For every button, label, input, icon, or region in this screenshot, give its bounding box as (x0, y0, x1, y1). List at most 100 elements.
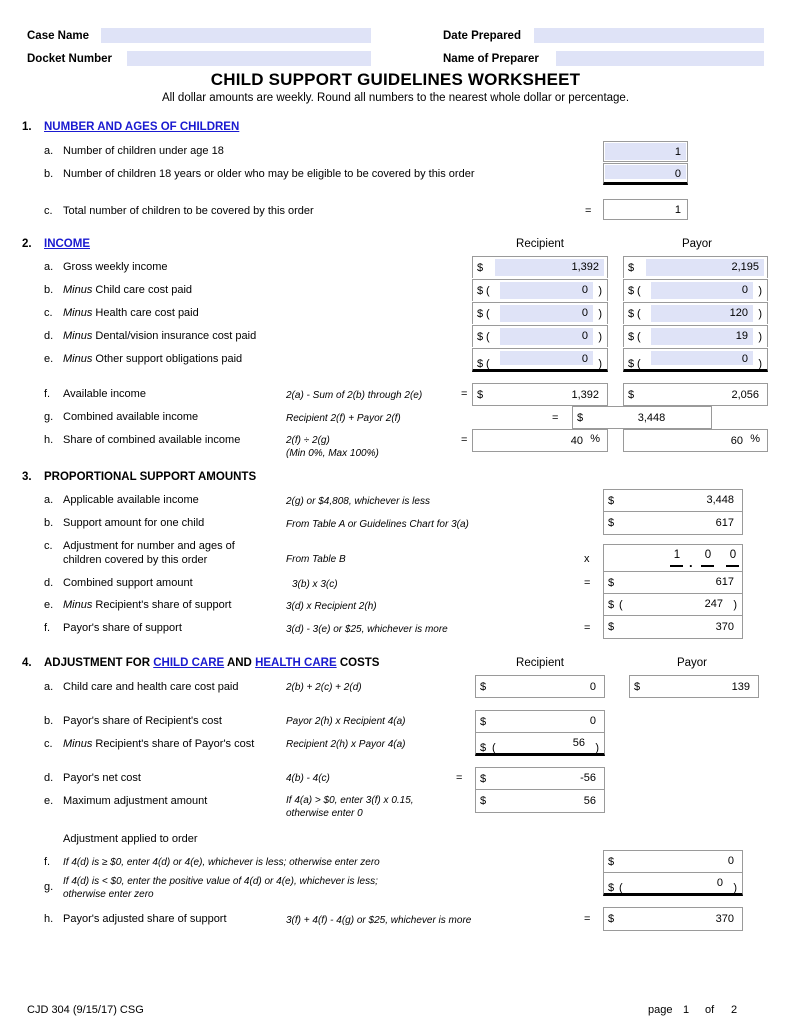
field-3c-digit-tenths[interactable]: 0 (701, 549, 715, 561)
paren-open: ( (637, 330, 641, 343)
section3-title: PROPORTIONAL SUPPORT AMOUNTS (44, 471, 257, 483)
field-1a-box[interactable]: 1 (603, 141, 688, 162)
dollar-sign: $ (477, 307, 484, 320)
field-2d-recipient-box[interactable]: $ ( ) 0 (472, 325, 608, 347)
item-2c-letter: c. (44, 307, 53, 319)
section4-link-health-care[interactable]: HEALTH CARE (255, 657, 337, 669)
item-1b-letter: b. (44, 168, 54, 180)
field-2e-recipient-box[interactable]: $ ( ) 0 (472, 348, 608, 372)
item-2e-letter: e. (44, 353, 54, 365)
dollar-sign: $ (477, 261, 484, 274)
item-3e-letter: e. (44, 599, 54, 611)
paren-close: ) (733, 882, 737, 894)
dollar-sign: $ (608, 882, 615, 894)
paren-close: ) (598, 330, 602, 343)
dollar-sign: $ (628, 261, 635, 274)
paren-open: ( (637, 358, 641, 370)
field-2f-recipient-box: $ 1,392 (472, 383, 608, 406)
formula-2f: 2(a) - Sum of 2(b) through 2(e) (286, 390, 423, 401)
item-4b-label: Payor's share of Recipient's cost (63, 715, 222, 727)
field-3c-digit-ones[interactable]: 1 (670, 549, 684, 561)
formula-2g: Recipient 2(f) + Payor 2(f) (286, 413, 401, 424)
field-3a-value: 3,448 (706, 494, 734, 506)
item-2d-label: Minus Dental/vision insurance cost paid (63, 330, 256, 342)
field-1a-value[interactable]: 1 (605, 143, 686, 160)
field-1b-value[interactable]: 0 (605, 165, 686, 180)
field-2h-recipient-value: 40 (570, 435, 583, 447)
item-2f-label: Available income (63, 388, 146, 400)
section2-number: 2. (22, 238, 32, 250)
field-1b-box[interactable]: 0 (603, 163, 688, 185)
item-4a-letter: a. (44, 681, 54, 693)
case-name-input[interactable] (101, 28, 371, 43)
field-2c-recipient-box[interactable]: $ ( ) 0 (472, 302, 608, 324)
equals-3f: = (584, 622, 591, 634)
item-4f-letter: f. (44, 856, 51, 868)
field-2d-recipient-value[interactable]: 0 (500, 328, 593, 345)
dollar-sign: $ (628, 307, 635, 320)
field-2a-payor-box[interactable]: $ 2,195 (623, 256, 768, 278)
paren-close: ) (598, 284, 602, 297)
field-2e-payor-value[interactable]: 0 (651, 351, 753, 365)
paren-open: ( (637, 307, 641, 320)
date-prepared-input[interactable] (534, 28, 764, 43)
item-3b-label: Support amount for one child (63, 517, 205, 529)
field-2e-recipient-value[interactable]: 0 (500, 351, 593, 365)
dollar-sign: $ (477, 388, 484, 401)
preparer-name-label: Name of Preparer (443, 52, 539, 65)
field-2b-recipient-box[interactable]: $ ( ) 0 (472, 279, 608, 301)
column-header-recipient-4: Recipient (516, 657, 564, 669)
item-3d-letter: d. (44, 577, 54, 589)
formula-4a: 2(b) + 2(c) + 2(d) (286, 682, 362, 693)
field-2b-payor-value[interactable]: 0 (651, 282, 753, 299)
field-3b-box: $ 617 (603, 511, 743, 535)
docket-number-label: Docket Number (27, 52, 112, 65)
field-2b-recipient-value[interactable]: 0 (500, 282, 593, 299)
field-2h-recipient-box: 40 % (472, 429, 608, 452)
field-4h-box: $ 370 (603, 907, 743, 931)
formula-3a: 2(g) or $4,808, whichever is less (286, 496, 430, 507)
section4-link-child-care[interactable]: CHILD CARE (153, 657, 224, 669)
decimal-point: . (689, 555, 693, 570)
item-3e-label: Minus Recipient's share of support (63, 599, 231, 611)
item-2b-label: Minus Child care cost paid (63, 284, 192, 296)
item-2a-letter: a. (44, 261, 54, 273)
item-4c-label: Minus Recipient's share of Payor's cost (63, 738, 254, 750)
item-3c-label-line1: Adjustment for number and ages of (63, 540, 235, 552)
field-2b-payor-box[interactable]: $ ( ) 0 (623, 279, 768, 301)
percent-sign-recipient: % (590, 433, 600, 445)
preparer-name-input[interactable] (556, 51, 764, 66)
field-2a-payor-value[interactable]: 2,195 (646, 259, 764, 276)
field-4g-value: 0 (716, 877, 723, 889)
field-2d-payor-value[interactable]: 19 (651, 328, 753, 345)
item-4d-letter: d. (44, 772, 54, 784)
field-2c-payor-value[interactable]: 120 (651, 305, 753, 322)
item-4h-label: Payor's adjusted share of support (63, 913, 227, 925)
formula-3d: 3(b) x 3(c) (292, 579, 338, 590)
docket-number-input[interactable] (127, 51, 371, 66)
field-2e-payor-box[interactable]: $ ( ) 0 (623, 348, 768, 372)
item-3e-minus: Minus (63, 599, 93, 611)
section4-title-part1: ADJUSTMENT FOR (44, 657, 154, 669)
formula-4e: If 4(a) > $0, enter 3(f) x 0.15, (286, 795, 414, 806)
paren-close: ) (595, 742, 599, 754)
field-2d-payor-box[interactable]: $ ( ) 19 (623, 325, 768, 347)
field-4d-box: $ -56 (475, 767, 605, 789)
field-2a-recipient-box[interactable]: $ 1,392 (472, 256, 608, 278)
paren-open: ( (619, 598, 623, 611)
paren-close: ) (733, 598, 737, 611)
paren-open: ( (486, 284, 490, 297)
field-2a-recipient-value[interactable]: 1,392 (495, 259, 604, 276)
field-3f-value: 370 (715, 621, 734, 633)
item-2c-label: Minus Health care cost paid (63, 307, 199, 319)
field-3c-digit-hundredths[interactable]: 0 (726, 549, 740, 561)
field-4g-box: $ ( ) 0 (603, 872, 743, 896)
item-3f-label: Payor's share of support (63, 622, 182, 634)
item-3b-letter: b. (44, 517, 54, 529)
section4-title: ADJUSTMENT FOR CHILD CARE AND HEALTH CAR… (44, 657, 379, 669)
dollar-sign: $ (608, 621, 615, 633)
field-2c-recipient-value[interactable]: 0 (500, 305, 593, 322)
field-2c-payor-box[interactable]: $ ( ) 120 (623, 302, 768, 324)
item-1b-label: Number of children 18 years or older who… (63, 168, 475, 180)
item-3d-label: Combined support amount (63, 577, 193, 589)
